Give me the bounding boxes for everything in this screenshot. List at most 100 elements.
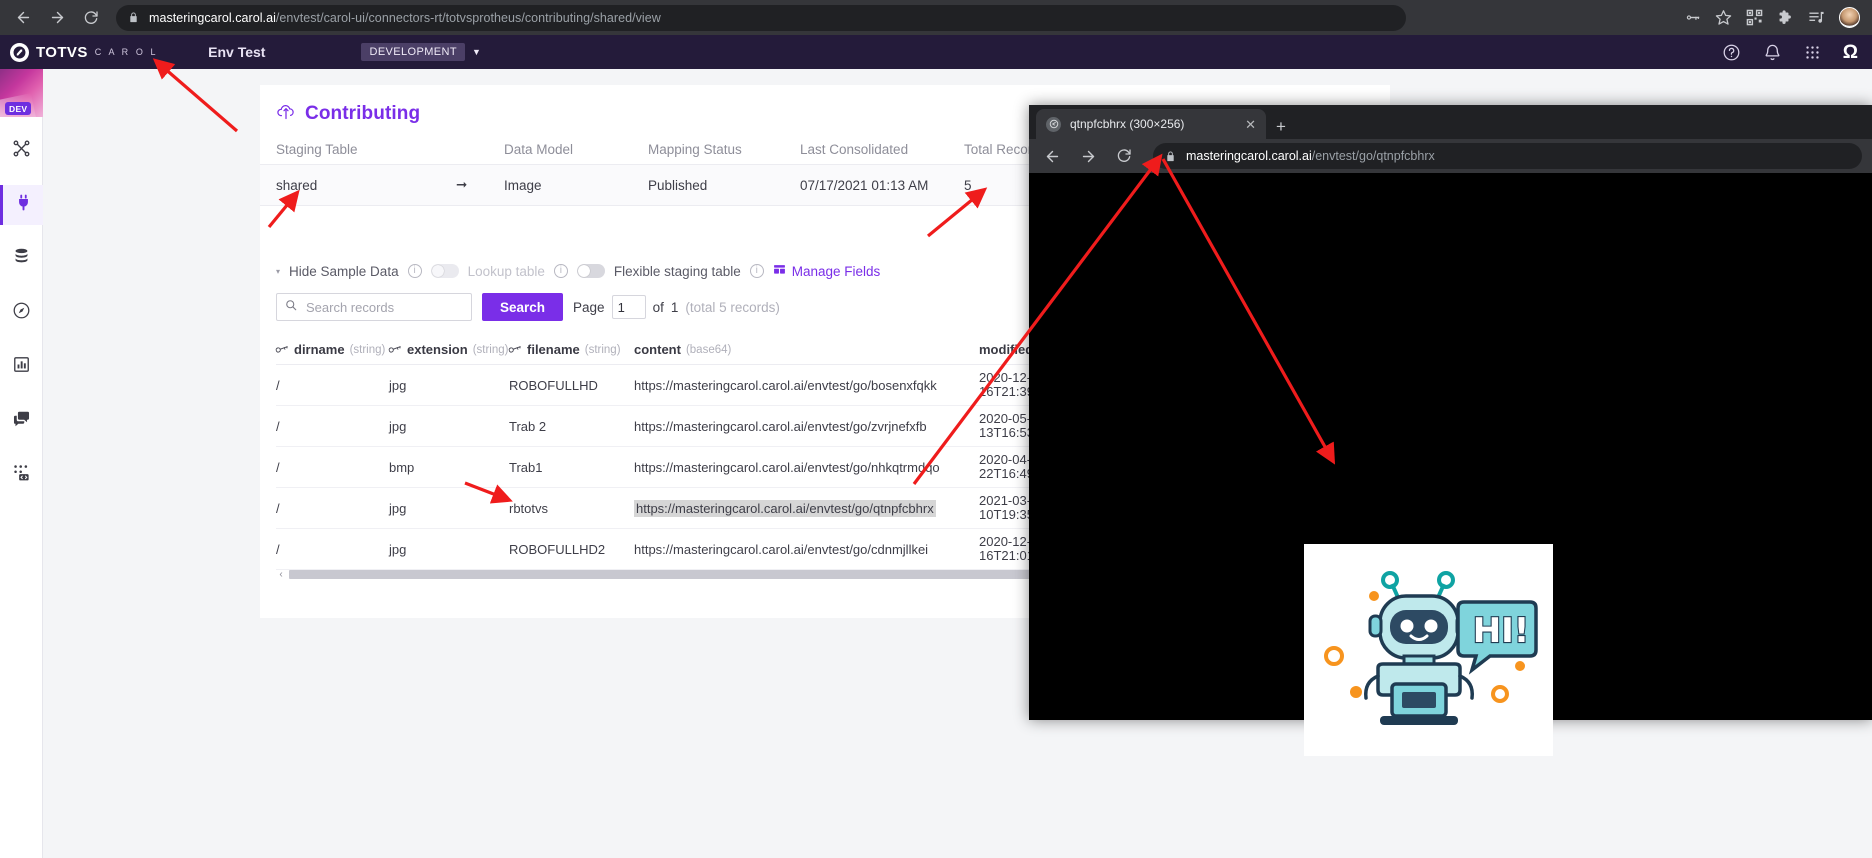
mapping-arrow-icon: ➞	[456, 178, 504, 192]
page-title-text: Contributing	[305, 103, 420, 125]
info-icon[interactable]: i	[408, 264, 422, 278]
totvs-carol-logo[interactable]: TOTVS C A R O L	[0, 43, 158, 62]
logo-totvs-text: TOTVS	[36, 44, 88, 61]
search-icon	[285, 298, 297, 316]
cell-filename: ROBOFULLHD2	[509, 542, 634, 557]
column-header-dirname: dirname (string)	[276, 342, 389, 357]
forward-arrow-icon[interactable]	[42, 3, 72, 33]
lock-icon	[1165, 150, 1176, 163]
chat-bubbles-icon	[12, 409, 31, 433]
address-bar-host: masteringcarol.carol.ai	[149, 11, 276, 25]
cell-extension: bmp	[389, 460, 509, 475]
hide-sample-data-label[interactable]: Hide Sample Data	[289, 264, 399, 279]
cell-staging-table: shared	[260, 178, 456, 193]
workspace-logo[interactable]: DEV	[0, 69, 43, 117]
chevron-down-icon[interactable]: ▼	[472, 47, 481, 57]
back-arrow-icon[interactable]	[1037, 141, 1067, 171]
new-tab-button[interactable]: +	[1268, 118, 1294, 139]
cell-content[interactable]: https://masteringcarol.carol.ai/envtest/…	[634, 419, 979, 434]
manage-fields-label: Manage Fields	[792, 264, 881, 279]
cell-last-consolidated: 07/17/2021 01:13 AM	[800, 178, 964, 193]
cell-extension: jpg	[389, 378, 509, 393]
scroll-left-button[interactable]: ‹	[276, 569, 286, 580]
reload-icon[interactable]	[76, 3, 106, 33]
popup-address-path: /envtest/go/qtnpfcbhrx	[1312, 149, 1435, 163]
search-input[interactable]	[304, 299, 463, 316]
records-search-row: Search Page of 1 (total 5 records)	[276, 293, 780, 321]
flexible-staging-table-toggle[interactable]	[577, 264, 605, 278]
environment-chip[interactable]: DEVELOPMENT	[361, 43, 465, 61]
chevron-down-icon[interactable]: ▾	[276, 267, 280, 276]
user-omega-icon[interactable]: Ω	[1843, 43, 1858, 62]
cell-dirname: /	[276, 460, 389, 475]
popup-viewport: HI!	[1029, 173, 1872, 720]
cell-content[interactable]: https://masteringcarol.carol.ai/envtest/…	[634, 501, 979, 516]
of-label: of	[653, 300, 664, 315]
page-number-input[interactable]	[612, 295, 646, 319]
robot-mascot-hi-illustration[interactable]: HI!	[1304, 544, 1553, 756]
cell-content[interactable]: https://masteringcarol.carol.ai/envtest/…	[634, 542, 979, 557]
reload-icon[interactable]	[1109, 141, 1139, 171]
total-pages: 1	[671, 300, 679, 315]
column-header-dirname-type: (string)	[350, 344, 386, 356]
reading-list-icon[interactable]	[1808, 9, 1825, 26]
search-button[interactable]: Search	[482, 293, 563, 321]
sidebar-item-database[interactable]	[0, 239, 43, 279]
bookmark-star-icon[interactable]	[1715, 9, 1732, 26]
popup-address-bar[interactable]: masteringcarol.carol.ai/envtest/go/qtnpf…	[1153, 143, 1862, 169]
sidebar-item-apps[interactable]	[0, 455, 43, 495]
column-header-data-model: Data Model	[504, 142, 648, 157]
column-header-filename-text: filename	[527, 342, 580, 357]
cell-data-model: Image	[504, 178, 648, 193]
page-favicon-icon	[1046, 117, 1061, 132]
popup-tab[interactable]: qtnpfcbhrx (300×256) ✕	[1036, 109, 1266, 139]
qr-code-icon[interactable]	[1746, 9, 1763, 26]
cell-dirname: /	[276, 501, 389, 516]
cell-mapping-status: Published	[648, 178, 800, 193]
flexible-staging-table-label: Flexible staging table	[614, 264, 741, 279]
address-bar-path: /envtest/carol-ui/connectors-rt/totvspro…	[276, 11, 661, 25]
browser-nav-buttons	[0, 3, 106, 33]
total-records-label: (total 5 records)	[685, 300, 780, 315]
manage-fields-button[interactable]: Manage Fields	[773, 263, 881, 279]
sidebar-item-chat[interactable]	[0, 401, 43, 441]
column-header-staging-table: Staging Table	[260, 142, 456, 157]
forward-arrow-icon[interactable]	[1073, 141, 1103, 171]
selected-content-url[interactable]: https://masteringcarol.carol.ai/envtest/…	[634, 500, 936, 517]
lookup-table-toggle[interactable]	[431, 264, 459, 278]
apps-grid-icon[interactable]	[1804, 44, 1821, 61]
close-icon[interactable]: ✕	[1245, 118, 1256, 131]
profile-avatar[interactable]	[1839, 7, 1860, 28]
info-icon[interactable]: i	[750, 264, 764, 278]
cell-dirname: /	[276, 419, 389, 434]
sidebar-item-connectors[interactable]	[0, 131, 43, 171]
address-bar[interactable]: masteringcarol.carol.ai/envtest/carol-ui…	[116, 5, 1406, 31]
popup-toolbar: masteringcarol.carol.ai/envtest/go/qtnpf…	[1029, 139, 1872, 173]
app-code-icon	[12, 463, 31, 487]
logo-carol-text: C A R O L	[95, 47, 158, 57]
address-bar-url: masteringcarol.carol.ai/envtest/carol-ui…	[149, 11, 661, 25]
help-icon[interactable]	[1722, 43, 1741, 62]
search-input-wrapper[interactable]	[276, 293, 472, 321]
app-header-actions: Ω	[1722, 35, 1872, 69]
back-arrow-icon[interactable]	[8, 3, 38, 33]
info-icon[interactable]: i	[554, 264, 568, 278]
cell-content[interactable]: https://masteringcarol.carol.ai/envtest/…	[634, 378, 979, 393]
sidebar-item-plug[interactable]	[0, 185, 43, 225]
lookup-table-label: Lookup table	[468, 264, 545, 279]
column-header-mapping-status: Mapping Status	[648, 142, 800, 157]
key-icon	[274, 342, 290, 358]
popup-address-url: masteringcarol.carol.ai/envtest/go/qtnpf…	[1186, 149, 1435, 163]
notifications-bell-icon[interactable]	[1763, 43, 1782, 62]
dev-badge: DEV	[5, 102, 31, 115]
password-key-icon[interactable]	[1684, 9, 1701, 26]
sidebar-item-explore[interactable]	[0, 293, 43, 333]
column-header-modified-text: modified	[979, 342, 1033, 357]
sidebar-item-analytics[interactable]	[0, 347, 43, 387]
cell-content[interactable]: https://masteringcarol.carol.ai/envtest/…	[634, 460, 979, 475]
cell-filename: Trab1	[509, 460, 634, 475]
column-header-extension-text: extension	[407, 342, 468, 357]
cell-filename: Trab 2	[509, 419, 634, 434]
database-icon	[12, 247, 31, 271]
extensions-puzzle-icon[interactable]	[1777, 9, 1794, 26]
